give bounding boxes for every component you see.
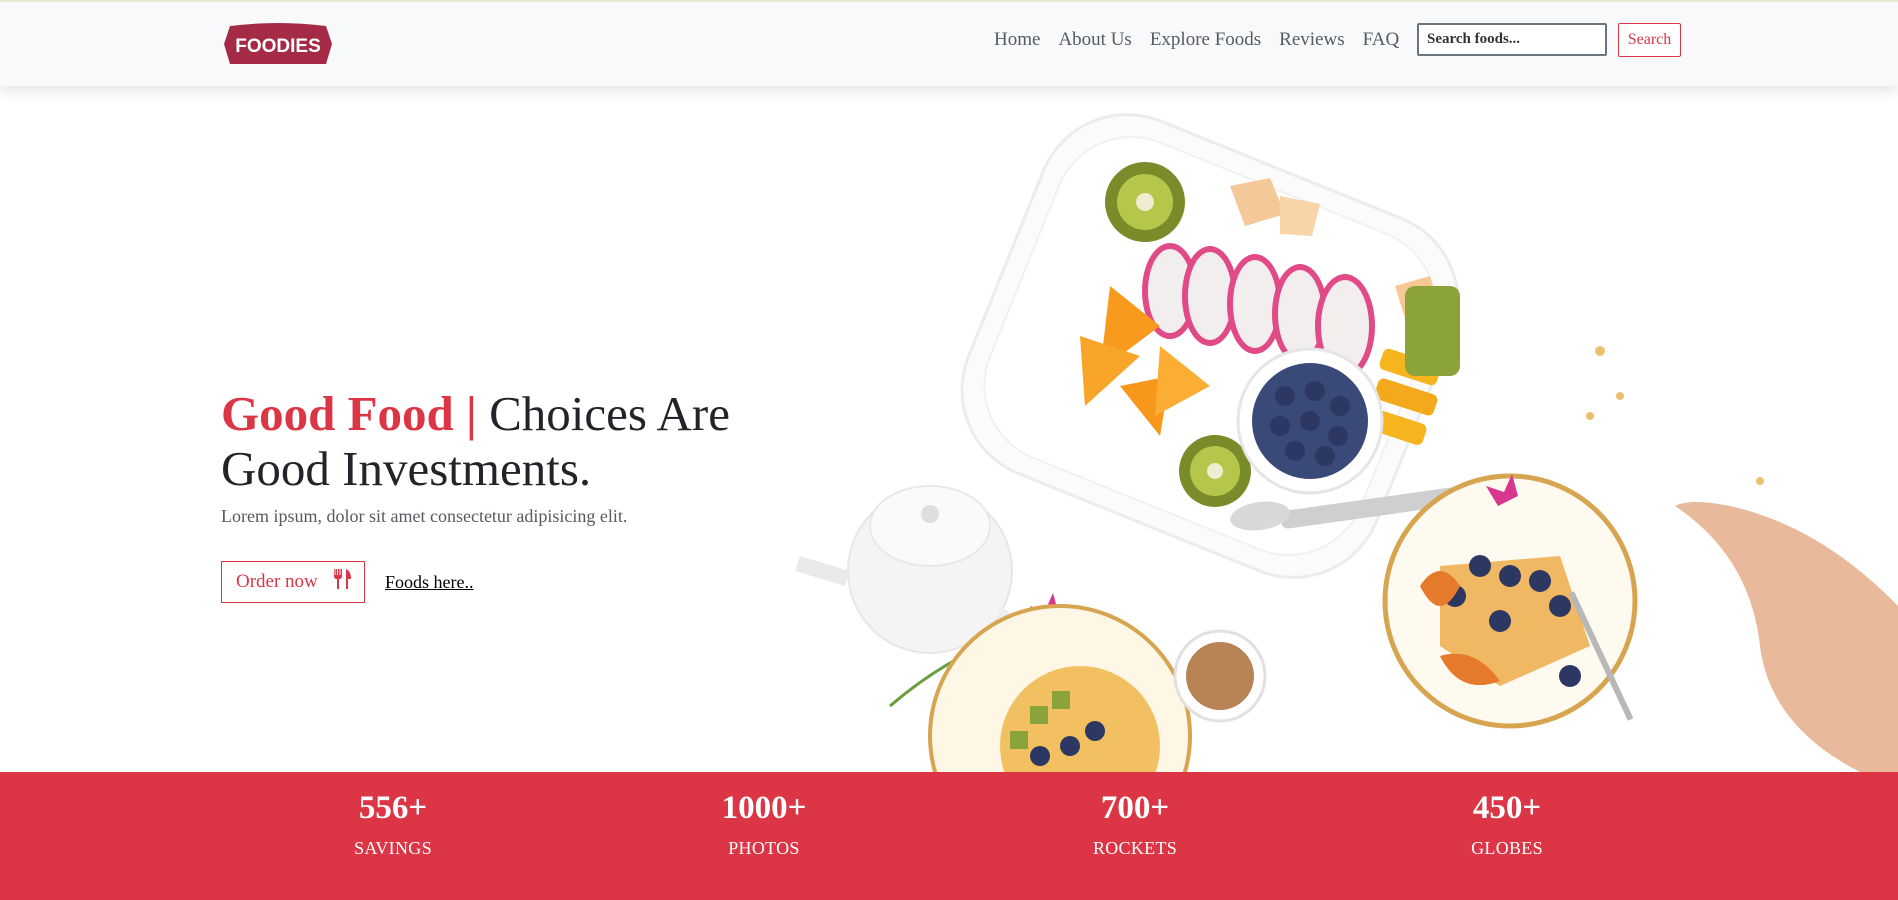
hero-food-image [740, 86, 1898, 772]
brand-logo[interactable]: FOODIES [222, 22, 334, 68]
nav-link-home[interactable]: Home [985, 28, 1049, 52]
stat-value: 556+ [358, 790, 428, 826]
stat-label: SAVINGS [354, 838, 432, 858]
stat-globes: 450+ GLOBES [1407, 788, 1607, 859]
hero-title-accent: Good Food | [221, 386, 477, 441]
stat-rockets: 700+ ROCKETS [1035, 788, 1235, 859]
hero-text: Good Food | Choices Are Good Investments… [221, 386, 841, 527]
stats-bar: 556+ SAVINGS 1000+ PHOTOS 700+ ROCKETS 4… [0, 772, 1898, 900]
search-button[interactable]: Search [1618, 23, 1681, 57]
nav-link-explore-foods[interactable]: Explore Foods [1141, 28, 1270, 52]
foods-here-link[interactable]: Foods here.. [385, 572, 474, 593]
nav-links: Home About Us Explore Foods Reviews FAQ [985, 28, 1408, 52]
nav-link-reviews[interactable]: Reviews [1270, 28, 1353, 52]
order-now-button[interactable]: Order now [221, 561, 365, 603]
stat-photos: 1000+ PHOTOS [664, 788, 864, 859]
stat-value: 450+ [1472, 790, 1542, 826]
stat-value: 1000+ [721, 790, 807, 826]
hero-actions: Order now Foods here.. [221, 561, 474, 603]
hero-title: Good Food | Choices Are Good Investments… [221, 386, 841, 496]
nav-link-about-us[interactable]: About Us [1049, 28, 1140, 52]
search-input[interactable] [1417, 23, 1607, 56]
stat-label: GLOBES [1471, 838, 1543, 858]
stat-value: 700+ [1100, 790, 1170, 826]
nav-link-faq[interactable]: FAQ [1354, 28, 1409, 52]
stat-label: PHOTOS [728, 838, 800, 858]
logo-text: FOODIES [235, 36, 321, 57]
order-now-label: Order now [236, 571, 318, 592]
utensils-icon [332, 568, 352, 596]
stat-savings: 556+ SAVINGS [293, 788, 493, 859]
stat-label: ROCKETS [1092, 838, 1178, 858]
hero-description: Lorem ipsum, dolor sit amet consectetur … [221, 506, 628, 526]
navbar: FOODIES Home About Us Explore Foods Revi… [0, 0, 1898, 86]
